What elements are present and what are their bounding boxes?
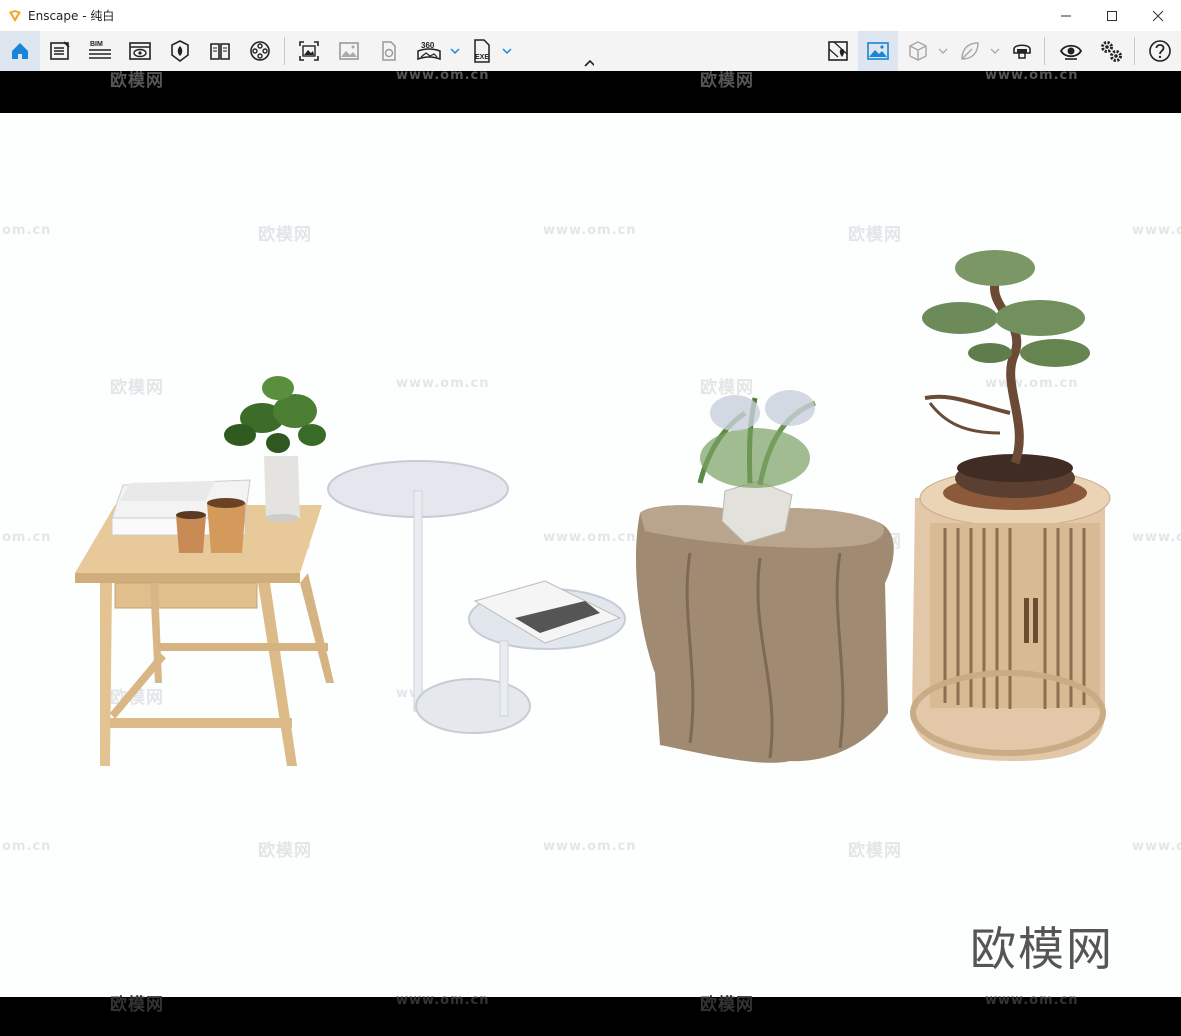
minimize-icon [1061, 15, 1071, 16]
minimize-button[interactable] [1043, 0, 1089, 31]
batch-render-button[interactable] [334, 36, 364, 66]
home-button[interactable] [0, 31, 40, 71]
chevron-down-icon [938, 48, 948, 54]
svg-text:BIM: BIM [90, 41, 103, 48]
toolbar: BIM 360 EXE [0, 31, 1181, 72]
help-icon [1149, 40, 1171, 62]
bim-icon: BIM [89, 41, 111, 59]
watermark-url: www.om.cn [985, 993, 1079, 1008]
eye-icon [1059, 44, 1083, 60]
chevron-up-icon [584, 59, 594, 67]
leaf-icon [961, 42, 979, 60]
wooden-side-table [75, 505, 334, 766]
map-pin-icon [828, 41, 848, 61]
maximize-icon [1107, 10, 1117, 21]
panorama-dropdown[interactable] [450, 45, 460, 57]
screenshot-button[interactable] [294, 36, 324, 66]
chevron-down-icon [502, 48, 512, 54]
title-bar: Enscape - 纯白 [0, 0, 1181, 31]
exe-file-icon: EXE [474, 39, 490, 63]
glass-side-table [327, 460, 626, 734]
watermark-brand: 欧模网 [700, 71, 754, 91]
landscape-image-icon [867, 42, 889, 60]
live-view-button[interactable] [1056, 36, 1086, 66]
cube-view-button[interactable] [903, 36, 933, 66]
export-dropdown[interactable] [502, 45, 512, 57]
cube-dropdown[interactable] [938, 45, 948, 57]
home-icon [12, 43, 28, 59]
notebook-icon [50, 41, 70, 60]
toolbar-separator [1044, 37, 1045, 65]
map-button[interactable] [823, 36, 853, 66]
bonsai-tree [922, 250, 1090, 498]
shield-leaf-icon [171, 40, 189, 62]
upload-button[interactable] [374, 36, 404, 66]
panorama-button[interactable]: 360 [414, 36, 444, 66]
book-button[interactable] [205, 36, 235, 66]
panorama-360-icon: 360 [417, 41, 441, 61]
render-viewport[interactable]: 欧模网 欧模网 www.om.cn 欧模网 om.cn www.o 欧模网 ww… [0, 113, 1181, 997]
view-preview-button[interactable] [125, 36, 155, 66]
gears-icon [1101, 41, 1122, 62]
vegetation-button[interactable] [955, 36, 985, 66]
vr-headset-icon [1013, 44, 1031, 59]
film-reel-icon [250, 41, 270, 61]
watermark-url: www.om.cn [396, 993, 490, 1008]
watermark-brand: 欧模网 [700, 995, 754, 1015]
bim-button[interactable]: BIM [85, 36, 115, 66]
window-title: Enscape - 纯白 [28, 9, 115, 23]
cube-icon [909, 41, 927, 61]
settings-button[interactable] [1096, 36, 1126, 66]
close-icon [1152, 10, 1164, 21]
upload-icon [382, 41, 396, 61]
toolbar-separator [284, 37, 285, 65]
chevron-down-icon [450, 48, 460, 54]
watermark-url: www.om.cn [985, 68, 1079, 83]
watermark-brand-large: 欧模网 [970, 922, 1114, 976]
asset-library-button[interactable] [45, 36, 75, 66]
chevron-down-icon [990, 48, 1000, 54]
tree-stump-stool [635, 505, 894, 763]
video-editor-button[interactable] [245, 36, 275, 66]
toolbar-separator [1134, 37, 1135, 65]
help-button[interactable] [1145, 36, 1175, 66]
enscape-logo-icon [9, 9, 21, 22]
visual-settings-button[interactable] [858, 31, 898, 71]
vr-headset-button[interactable] [1007, 36, 1037, 66]
watermark-url: www.om.cn [396, 68, 490, 83]
export-exe-button[interactable]: EXE [467, 36, 497, 66]
materials-button[interactable] [165, 36, 195, 66]
round-wooden-cabinet [910, 469, 1111, 761]
book-icon [210, 43, 230, 60]
maximize-button[interactable] [1089, 0, 1135, 31]
vegetation-dropdown[interactable] [990, 45, 1000, 57]
scene-render [75, 250, 1111, 766]
watermark-brand: 欧模网 [110, 71, 164, 91]
close-button[interactable] [1135, 0, 1181, 31]
image-icon [339, 42, 359, 60]
collapse-toolbar-button[interactable] [584, 57, 594, 69]
screenshot-icon [299, 41, 319, 61]
svg-text:EXE: EXE [475, 54, 489, 61]
monitor-eye-icon [129, 42, 151, 60]
watermark-brand: 欧模网 [110, 995, 164, 1015]
